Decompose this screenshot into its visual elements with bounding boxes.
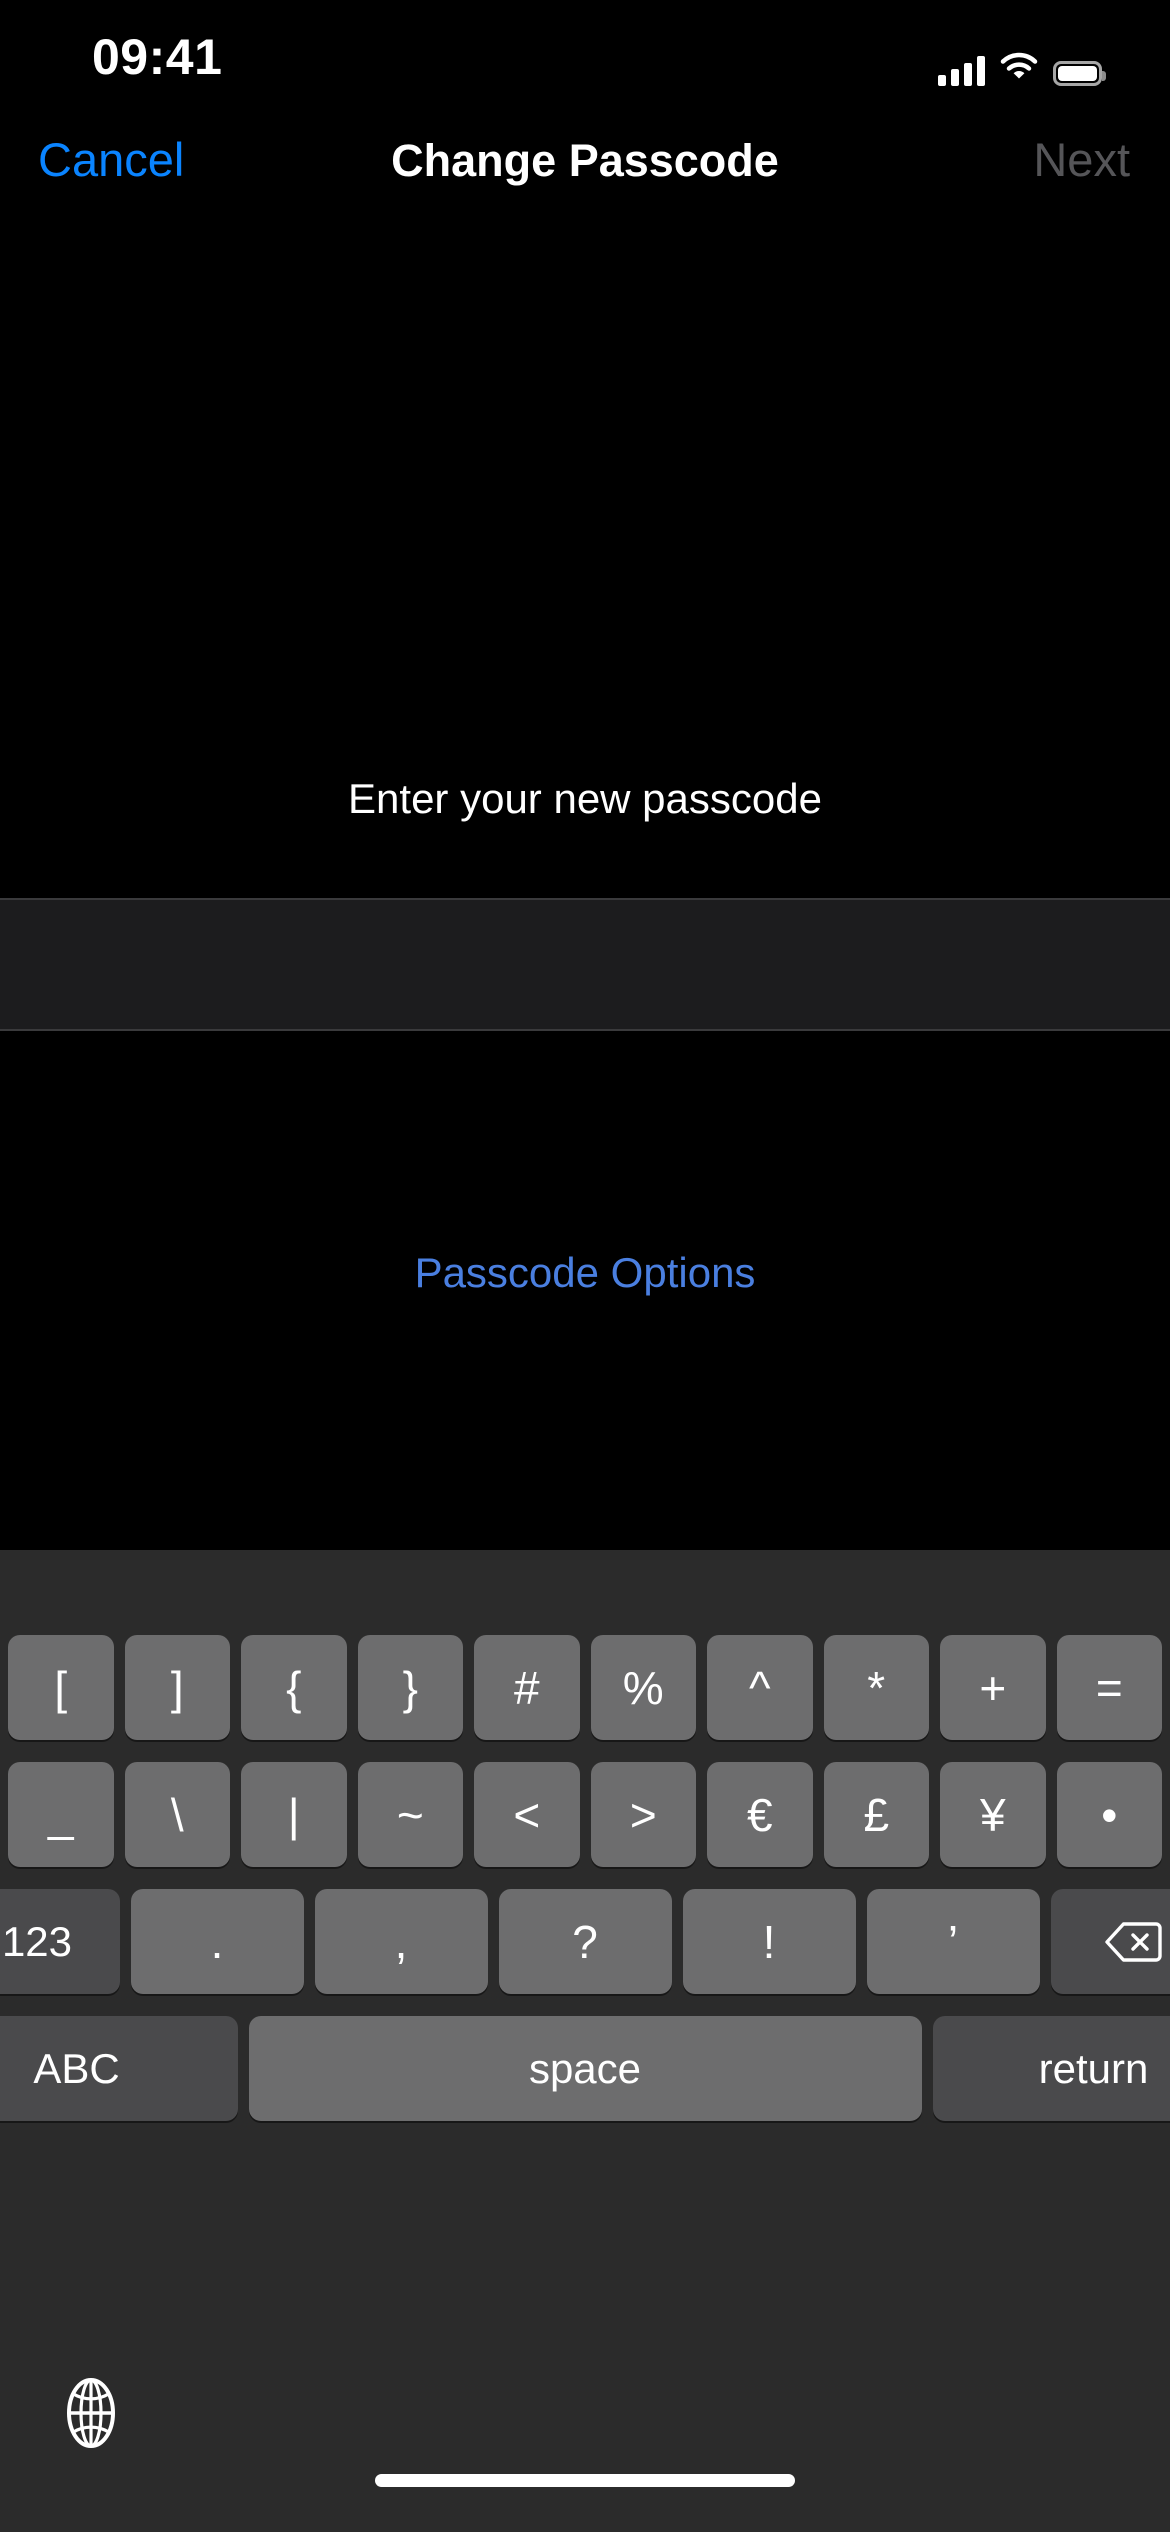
- key-pound[interactable]: £: [823, 1762, 929, 1867]
- key-right-bracket[interactable]: ]: [124, 1635, 230, 1740]
- status-bar-indicators: [938, 48, 1106, 86]
- key-pipe[interactable]: |: [241, 1762, 347, 1867]
- key-bullet[interactable]: •: [1056, 1762, 1162, 1867]
- key-hash[interactable]: #: [474, 1635, 580, 1740]
- signal-bars-icon: [938, 56, 985, 86]
- key-backslash[interactable]: \: [124, 1762, 230, 1867]
- key-asterisk[interactable]: *: [823, 1635, 929, 1740]
- key-apostrophe[interactable]: ’: [866, 1889, 1040, 1994]
- passcode-field-container[interactable]: [0, 898, 1170, 1031]
- wifi-icon: [1000, 51, 1038, 86]
- key-yen[interactable]: ¥: [940, 1762, 1046, 1867]
- key-tilde[interactable]: ~: [357, 1762, 463, 1867]
- page-title: Change Passcode: [391, 135, 779, 186]
- battery-full-icon: [1053, 61, 1106, 86]
- key-left-brace[interactable]: {: [241, 1635, 347, 1740]
- key-exclamation[interactable]: !: [682, 1889, 856, 1994]
- passcode-prompt-label: Enter your new passcode: [348, 775, 822, 822]
- key-left-bracket[interactable]: [: [8, 1635, 114, 1740]
- delete-backspace-icon[interactable]: [1050, 1889, 1170, 1994]
- keyboard-row-4: ABC space return: [0, 2016, 1170, 2121]
- key-euro[interactable]: €: [707, 1762, 813, 1867]
- key-equals[interactable]: =: [1056, 1635, 1162, 1740]
- key-numeric-switch[interactable]: 123: [0, 1889, 120, 1994]
- keyboard-row-3: 123 . , ? ! ’: [0, 1889, 1170, 1994]
- home-indicator[interactable]: [375, 2474, 795, 2487]
- key-period[interactable]: .: [130, 1889, 304, 1994]
- key-caret[interactable]: ^: [707, 1635, 813, 1740]
- keyboard-row-1: [ ] { } # % ^ * + =: [0, 1635, 1170, 1740]
- navigation-bar: Cancel Change Passcode Next: [0, 118, 1170, 208]
- passcode-input[interactable]: [0, 900, 1170, 1029]
- key-abc-switch[interactable]: ABC: [0, 2016, 238, 2121]
- keyboard-row-2: _ \ | ~ < > € £ ¥ •: [0, 1762, 1170, 1867]
- key-less-than[interactable]: <: [474, 1762, 580, 1867]
- key-right-brace[interactable]: }: [357, 1635, 463, 1740]
- symbols-keyboard: [ ] { } # % ^ * + = _ \ | ~ < > € £ ¥ • …: [0, 1550, 1170, 2532]
- key-space[interactable]: space: [248, 2016, 922, 2121]
- key-percent[interactable]: %: [590, 1635, 696, 1740]
- next-button[interactable]: Next: [1033, 132, 1130, 187]
- key-return[interactable]: return: [932, 2016, 1170, 2121]
- passcode-options-button[interactable]: Passcode Options: [0, 1249, 1170, 1297]
- iphone-screen: 09:41 Cancel Change Passcode Next Enter …: [0, 0, 1170, 2532]
- key-plus[interactable]: +: [940, 1635, 1046, 1740]
- status-bar-time: 09:41: [92, 29, 223, 85]
- status-bar: 09:41: [0, 0, 1170, 118]
- key-comma[interactable]: ,: [314, 1889, 488, 1994]
- key-question-mark[interactable]: ?: [498, 1889, 672, 1994]
- key-greater-than[interactable]: >: [590, 1762, 696, 1867]
- globe-language-icon[interactable]: [44, 2366, 138, 2460]
- key-underscore[interactable]: _: [8, 1762, 114, 1867]
